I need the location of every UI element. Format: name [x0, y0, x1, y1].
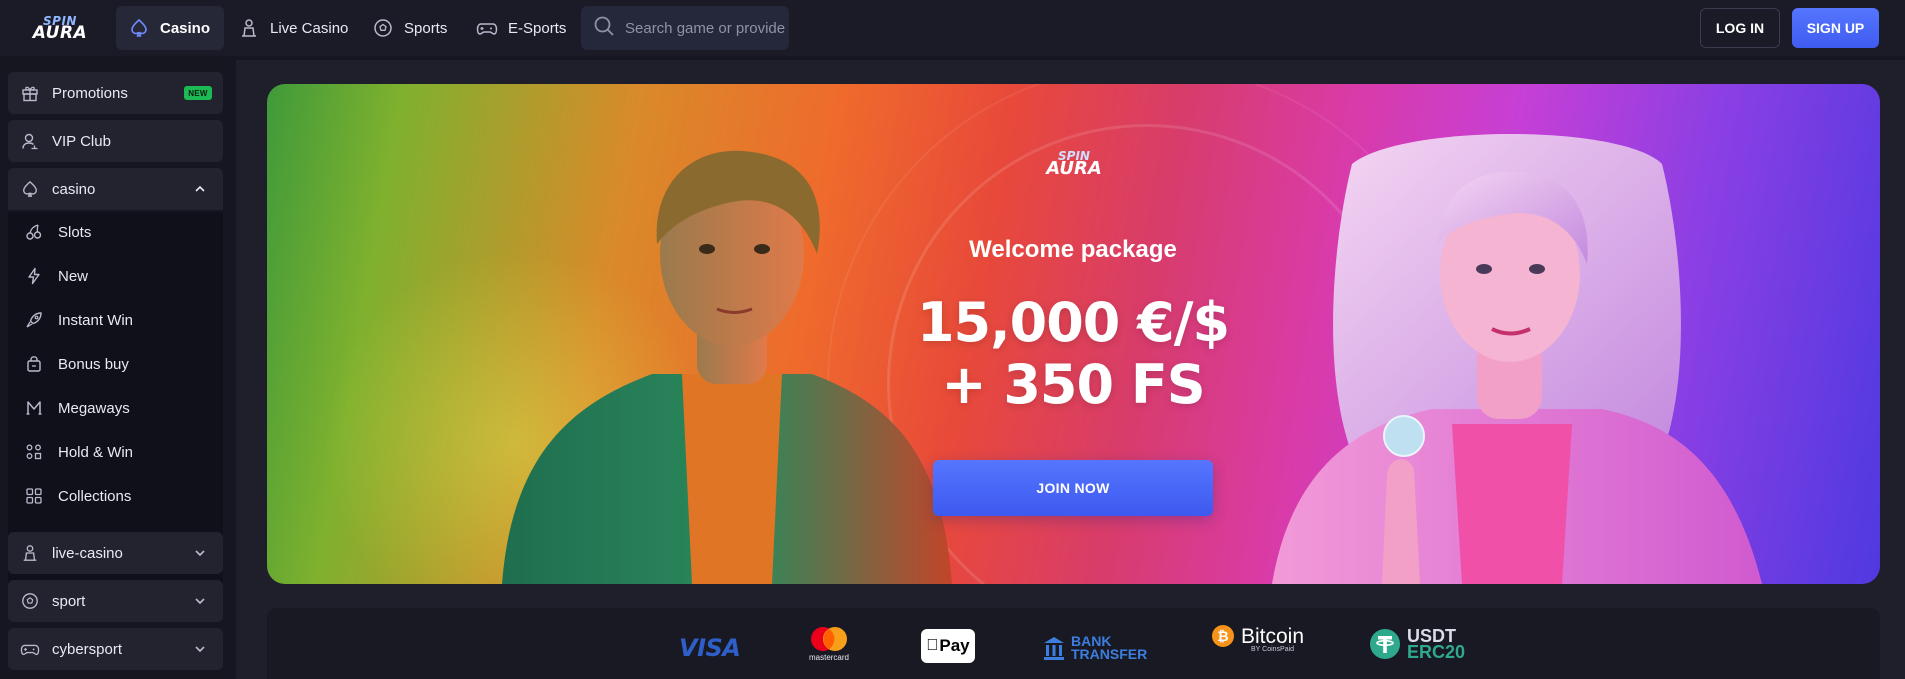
- submenu-item-label: Megaways: [58, 399, 130, 417]
- apple-pay-label: Pay: [933, 636, 969, 655]
- apple-pay-logo:  Pay: [921, 628, 975, 664]
- join-now-button[interactable]: JOIN NOW: [933, 460, 1213, 516]
- sidebar-item-live-casino[interactable]: live-casino: [8, 532, 223, 574]
- visa-label: VISA: [679, 634, 741, 662]
- submenu-item-label: Hold & Win: [58, 443, 134, 461]
- mastercard-icon: [811, 627, 847, 651]
- apple-icon: : [926, 637, 938, 655]
- submenu-item-new[interactable]: New: [24, 260, 88, 292]
- signup-button[interactable]: SIGN UP: [1792, 8, 1879, 48]
- nav-esports-label: E-Sports: [508, 19, 567, 37]
- tether-icon: [1370, 629, 1400, 659]
- bank-transfer-logo: BANK TRANSFER: [1043, 630, 1147, 666]
- banner-free-spins: + 350 FS: [941, 353, 1205, 416]
- submenu-item-label: Instant Win: [58, 311, 134, 329]
- sidebar-item-label: sport: [52, 592, 86, 610]
- sidebar-item-label: Promotions: [52, 84, 128, 102]
- submenu-item-label: Collections: [58, 487, 132, 505]
- bitcoin-logo: ₿ Bitcoin BY CoinsPaid: [1211, 624, 1304, 660]
- sidebar-item-label: casino: [52, 180, 96, 198]
- grid-icon: [24, 486, 44, 506]
- sidebar-item-label: live-casino: [52, 544, 123, 562]
- svg-text:₿: ₿: [1217, 629, 1228, 645]
- sidebar-item-cybersport[interactable]: cybersport: [8, 628, 223, 670]
- lightning-icon: [24, 266, 44, 286]
- submenu-item-label: Bonus buy: [58, 355, 129, 373]
- banner-logo-bottom: AURA: [1046, 158, 1102, 179]
- nav-live-casino[interactable]: Live Casino: [226, 6, 362, 50]
- welcome-banner[interactable]: SPIN AURA Welcome package 15,000 €/$ + 3…: [267, 84, 1880, 584]
- chevron-up-icon: [195, 185, 205, 192]
- nav-sports-label: Sports: [404, 19, 448, 37]
- chevron-down-icon: [195, 550, 205, 557]
- shopping-bag-icon: [24, 354, 44, 374]
- sidebar: Promotions NEW VIP Club casino Slots New: [0, 60, 232, 679]
- megaways-icon: [24, 398, 44, 418]
- cherries-icon: [24, 222, 44, 242]
- sidebar-item-label: VIP Club: [52, 132, 111, 150]
- apple-pay-badge:  Pay: [921, 629, 975, 663]
- usdt-logo: USDT ERC20: [1369, 626, 1465, 662]
- mastercard-logo: mastercard: [807, 626, 851, 662]
- bank-icon: [1044, 637, 1064, 660]
- banner-title: Welcome package: [969, 236, 1177, 263]
- search-icon: [593, 15, 615, 42]
- gift-icon: [20, 83, 40, 103]
- soccer-ball-icon: [20, 591, 40, 611]
- sidebar-item-sport[interactable]: sport: [8, 580, 223, 622]
- erc20-label: ERC20: [1407, 642, 1466, 662]
- submenu-item-bonus-buy[interactable]: Bonus buy: [24, 348, 129, 380]
- payment-methods: VISA mastercard  Pay BANK TRANSFER ₿ Bi…: [267, 608, 1880, 679]
- soccer-ball-icon: [372, 17, 394, 39]
- banner-woman-illustration: [1272, 134, 1762, 584]
- sidebar-item-label: cybersport: [52, 640, 123, 658]
- visa-logo: VISA: [679, 630, 741, 666]
- bitcoin-label: Bitcoin: [1241, 624, 1305, 648]
- new-badge: NEW: [184, 86, 212, 100]
- search-input[interactable]: [625, 19, 785, 37]
- bank-label-line2: TRANSFER: [1071, 646, 1148, 662]
- submenu-item-hold-win[interactable]: Hold & Win: [24, 436, 133, 468]
- submenu-item-label: New: [58, 267, 89, 285]
- dealer-icon: [20, 543, 40, 563]
- chevron-down-icon: [195, 598, 205, 605]
- mastercard-label: mastercard: [808, 653, 849, 662]
- submenu-item-label: Slots: [58, 223, 92, 241]
- gamepad-icon: [20, 639, 40, 659]
- top-header: SPIN AURA Casino Live Casino Sports E-Sp…: [0, 0, 1905, 56]
- coinspaid-label: BY CoinsPaid: [1251, 646, 1295, 653]
- submenu-item-collections[interactable]: Collections: [24, 480, 131, 512]
- spade-icon: [128, 17, 150, 39]
- dealer-icon: [238, 17, 260, 39]
- login-button[interactable]: LOG IN: [1700, 8, 1780, 48]
- bitcoin-icon: ₿: [1212, 625, 1234, 647]
- nav-esports[interactable]: E-Sports: [464, 6, 580, 50]
- banner-logo: SPIN AURA: [1037, 146, 1111, 182]
- user-icon: [20, 131, 40, 151]
- nav-casino-label: Casino: [160, 19, 211, 37]
- submenu-item-megaways[interactable]: Megaways: [24, 392, 130, 424]
- nav-sports[interactable]: Sports: [360, 6, 461, 50]
- logo-text-bottom: AURA: [32, 22, 88, 43]
- gamepad-icon: [476, 17, 498, 39]
- coins-icon: [24, 442, 44, 462]
- sidebar-item-casino[interactable]: casino: [8, 168, 223, 210]
- spade-icon: [20, 179, 40, 199]
- nav-live-casino-label: Live Casino: [270, 19, 349, 37]
- submenu-item-slots[interactable]: Slots: [24, 216, 91, 248]
- chevron-down-icon: [195, 646, 205, 653]
- rocket-icon: [24, 310, 44, 330]
- nav-casino[interactable]: Casino: [116, 6, 225, 50]
- submenu-item-instant-win[interactable]: Instant Win: [24, 304, 133, 336]
- banner-bonus-amount: 15,000 €/$: [916, 291, 1230, 354]
- search-box[interactable]: [581, 6, 789, 50]
- site-logo[interactable]: SPIN AURA: [24, 10, 96, 46]
- sidebar-item-promotions[interactable]: Promotions NEW: [8, 72, 223, 114]
- sidebar-item-vip-club[interactable]: VIP Club: [8, 120, 223, 162]
